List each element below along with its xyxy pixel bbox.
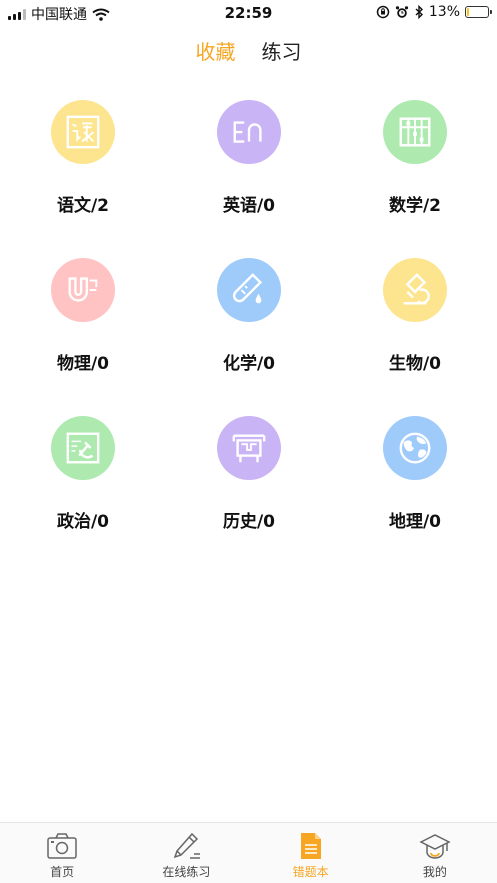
subject-label: 政治/0 (56, 512, 110, 532)
notebook-icon (300, 833, 321, 859)
tab-favorites[interactable]: 收藏 (196, 36, 236, 65)
subject-item-english[interactable]: 英语/0 (166, 100, 332, 216)
bluetooth-icon (415, 5, 423, 19)
top-tabs: 收藏 练习 (0, 36, 497, 65)
test-tube-icon (217, 258, 281, 322)
subject-item-geography[interactable]: 地理/0 (332, 416, 497, 532)
subject-item-chinese[interactable]: 语文/2 (0, 100, 166, 216)
nav-item-home[interactable]: 首页 (0, 823, 124, 883)
subject-item-politics[interactable]: 政治/0 (0, 416, 166, 532)
nav-label: 错题本 (292, 865, 329, 879)
nav-label: 我的 (422, 865, 447, 879)
subject-label: 生物/0 (388, 354, 442, 374)
tab-practice[interactable]: 练习 (262, 36, 302, 65)
subject-item-physics[interactable]: 物理/0 (0, 258, 166, 374)
abacus-icon (383, 100, 447, 164)
globe-icon (383, 416, 447, 480)
alarm-icon (395, 6, 408, 18)
subject-label: 地理/0 (388, 512, 442, 532)
nav-label: 首页 (50, 865, 75, 879)
subject-item-biology[interactable]: 生物/0 (332, 258, 497, 374)
subject-label: 化学/0 (222, 354, 276, 374)
nav-item-online-practice[interactable]: 在线练习 (124, 823, 248, 883)
camera-icon (47, 833, 77, 859)
subject-item-chemistry[interactable]: 化学/0 (166, 258, 332, 374)
english-icon (217, 100, 281, 164)
status-bar: 中国联通 22:59 13% (0, 0, 497, 26)
subject-label: 英语/0 (222, 196, 276, 216)
bottom-nav: 首页 在线练习 错题本 我的 (0, 822, 497, 883)
microscope-icon (383, 258, 447, 322)
nav-item-mine[interactable]: 我的 (373, 823, 497, 883)
subject-item-history[interactable]: 历史/0 (166, 416, 332, 532)
subject-label: 数学/2 (388, 196, 442, 216)
subject-item-math[interactable]: 数学/2 (332, 100, 497, 216)
pencil-icon (174, 832, 201, 859)
magnet-icon (51, 258, 115, 322)
graduation-cap-icon (419, 834, 451, 859)
hammer-sickle-icon (51, 416, 115, 480)
nav-item-mistake-book[interactable]: 错题本 (249, 823, 373, 883)
nav-label: 在线练习 (162, 865, 211, 879)
subject-label: 语文/2 (56, 196, 110, 216)
battery-percent: 13% (428, 4, 460, 20)
chinese-icon (51, 100, 115, 164)
battery-icon (465, 6, 492, 18)
subject-label: 物理/0 (56, 354, 110, 374)
rotation-lock-icon (376, 5, 390, 19)
history-frame-icon (217, 416, 281, 480)
subject-label: 历史/0 (222, 512, 276, 532)
status-right: 13% (376, 4, 492, 20)
